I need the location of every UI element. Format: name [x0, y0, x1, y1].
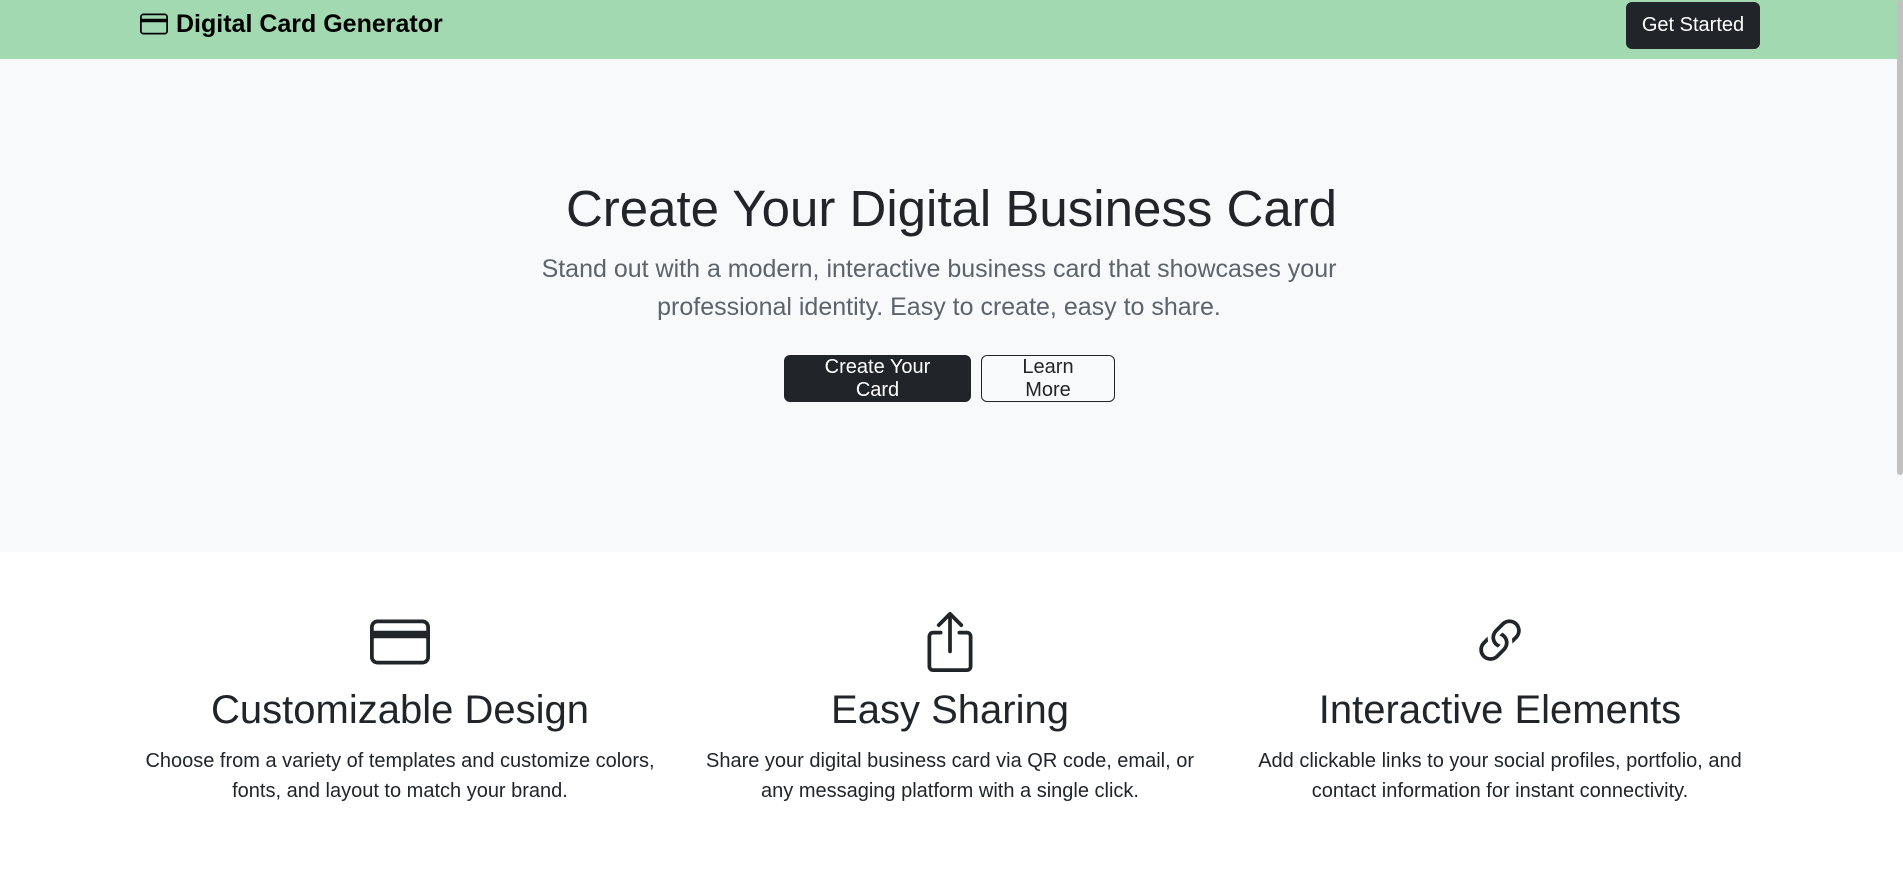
hero-title: Create Your Digital Business Card: [565, 180, 1338, 237]
link-icon: [1479, 619, 1521, 661]
hero-section: Create Your Digital Business Card Stand …: [0, 59, 1903, 552]
features-section: Customizable Design Choose from a variet…: [0, 552, 1903, 888]
brand-title: Digital Card Generator: [176, 9, 443, 38]
get-started-button[interactable]: Get Started: [1626, 2, 1760, 49]
hero-actions: Create Your Card Learn More: [784, 355, 1115, 402]
share-icon: [927, 612, 973, 672]
create-card-button[interactable]: Create Your Card: [784, 355, 971, 402]
feature-interactive-elements: Interactive Elements Add clickable links…: [1240, 612, 1760, 806]
feature-easy-sharing: Easy Sharing Share your digital business…: [690, 612, 1210, 806]
page-scrollbar[interactable]: [1897, 0, 1903, 475]
feature-title: Interactive Elements: [1318, 688, 1682, 732]
feature-description: Choose from a variety of templates and c…: [145, 750, 655, 802]
learn-more-button[interactable]: Learn More: [981, 355, 1115, 402]
feature-title: Customizable Design: [211, 688, 589, 732]
credit-card-icon: [140, 13, 168, 35]
feature-title: Easy Sharing: [831, 688, 1069, 732]
hero-subtitle: Stand out with a modern, interactive bus…: [541, 255, 1337, 321]
navbar: Digital Card Generator Get Started: [0, 0, 1903, 59]
credit-card-icon: [370, 619, 430, 665]
feature-description: Add clickable links to your social profi…: [1258, 750, 1742, 802]
feature-customizable-design: Customizable Design Choose from a variet…: [140, 612, 660, 806]
feature-description: Share your digital business card via QR …: [705, 750, 1194, 802]
brand[interactable]: Digital Card Generator: [140, 9, 443, 39]
